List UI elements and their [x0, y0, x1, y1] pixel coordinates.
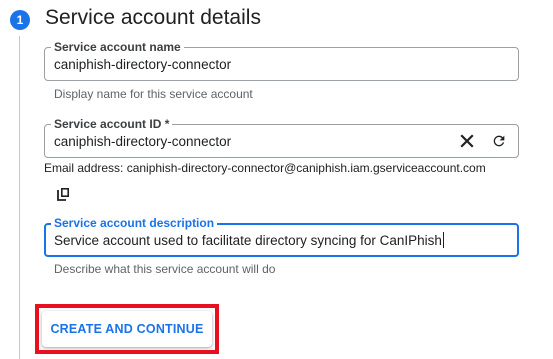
- service-account-email: Email address: caniphish-directory-conne…: [44, 161, 486, 175]
- refresh-icon[interactable]: [488, 130, 510, 152]
- service-account-name-hint: Display name for this service account: [54, 87, 253, 101]
- service-account-name-field[interactable]: Service account name caniphish-directory…: [44, 39, 519, 81]
- close-icon[interactable]: [456, 130, 478, 152]
- service-account-description-label: Service account description: [51, 215, 218, 231]
- text-caret: [442, 232, 444, 248]
- service-account-details-step: 1 Service account details Service accoun…: [0, 0, 553, 359]
- service-account-description-value: Service account used to facilitate direc…: [54, 233, 442, 248]
- service-account-name-label: Service account name: [51, 39, 184, 55]
- service-account-id-field[interactable]: Service account ID * caniphish-directory…: [44, 116, 519, 158]
- service-account-name-value[interactable]: caniphish-directory-connector: [54, 56, 231, 73]
- step-number-badge: 1: [10, 10, 30, 30]
- copy-icon[interactable]: [52, 183, 74, 205]
- step-title: Service account details: [45, 6, 261, 29]
- service-account-id-label: Service account ID *: [51, 116, 173, 132]
- step-connector-line: [19, 36, 20, 359]
- service-account-id-value[interactable]: caniphish-directory-connector: [54, 133, 231, 150]
- service-account-description-input[interactable]: Service account used to facilitate direc…: [54, 232, 444, 249]
- service-account-description-field[interactable]: Service account description Service acco…: [44, 215, 519, 257]
- create-and-continue-button[interactable]: CREATE AND CONTINUE: [42, 311, 212, 347]
- service-account-description-hint: Describe what this service account will …: [54, 262, 276, 276]
